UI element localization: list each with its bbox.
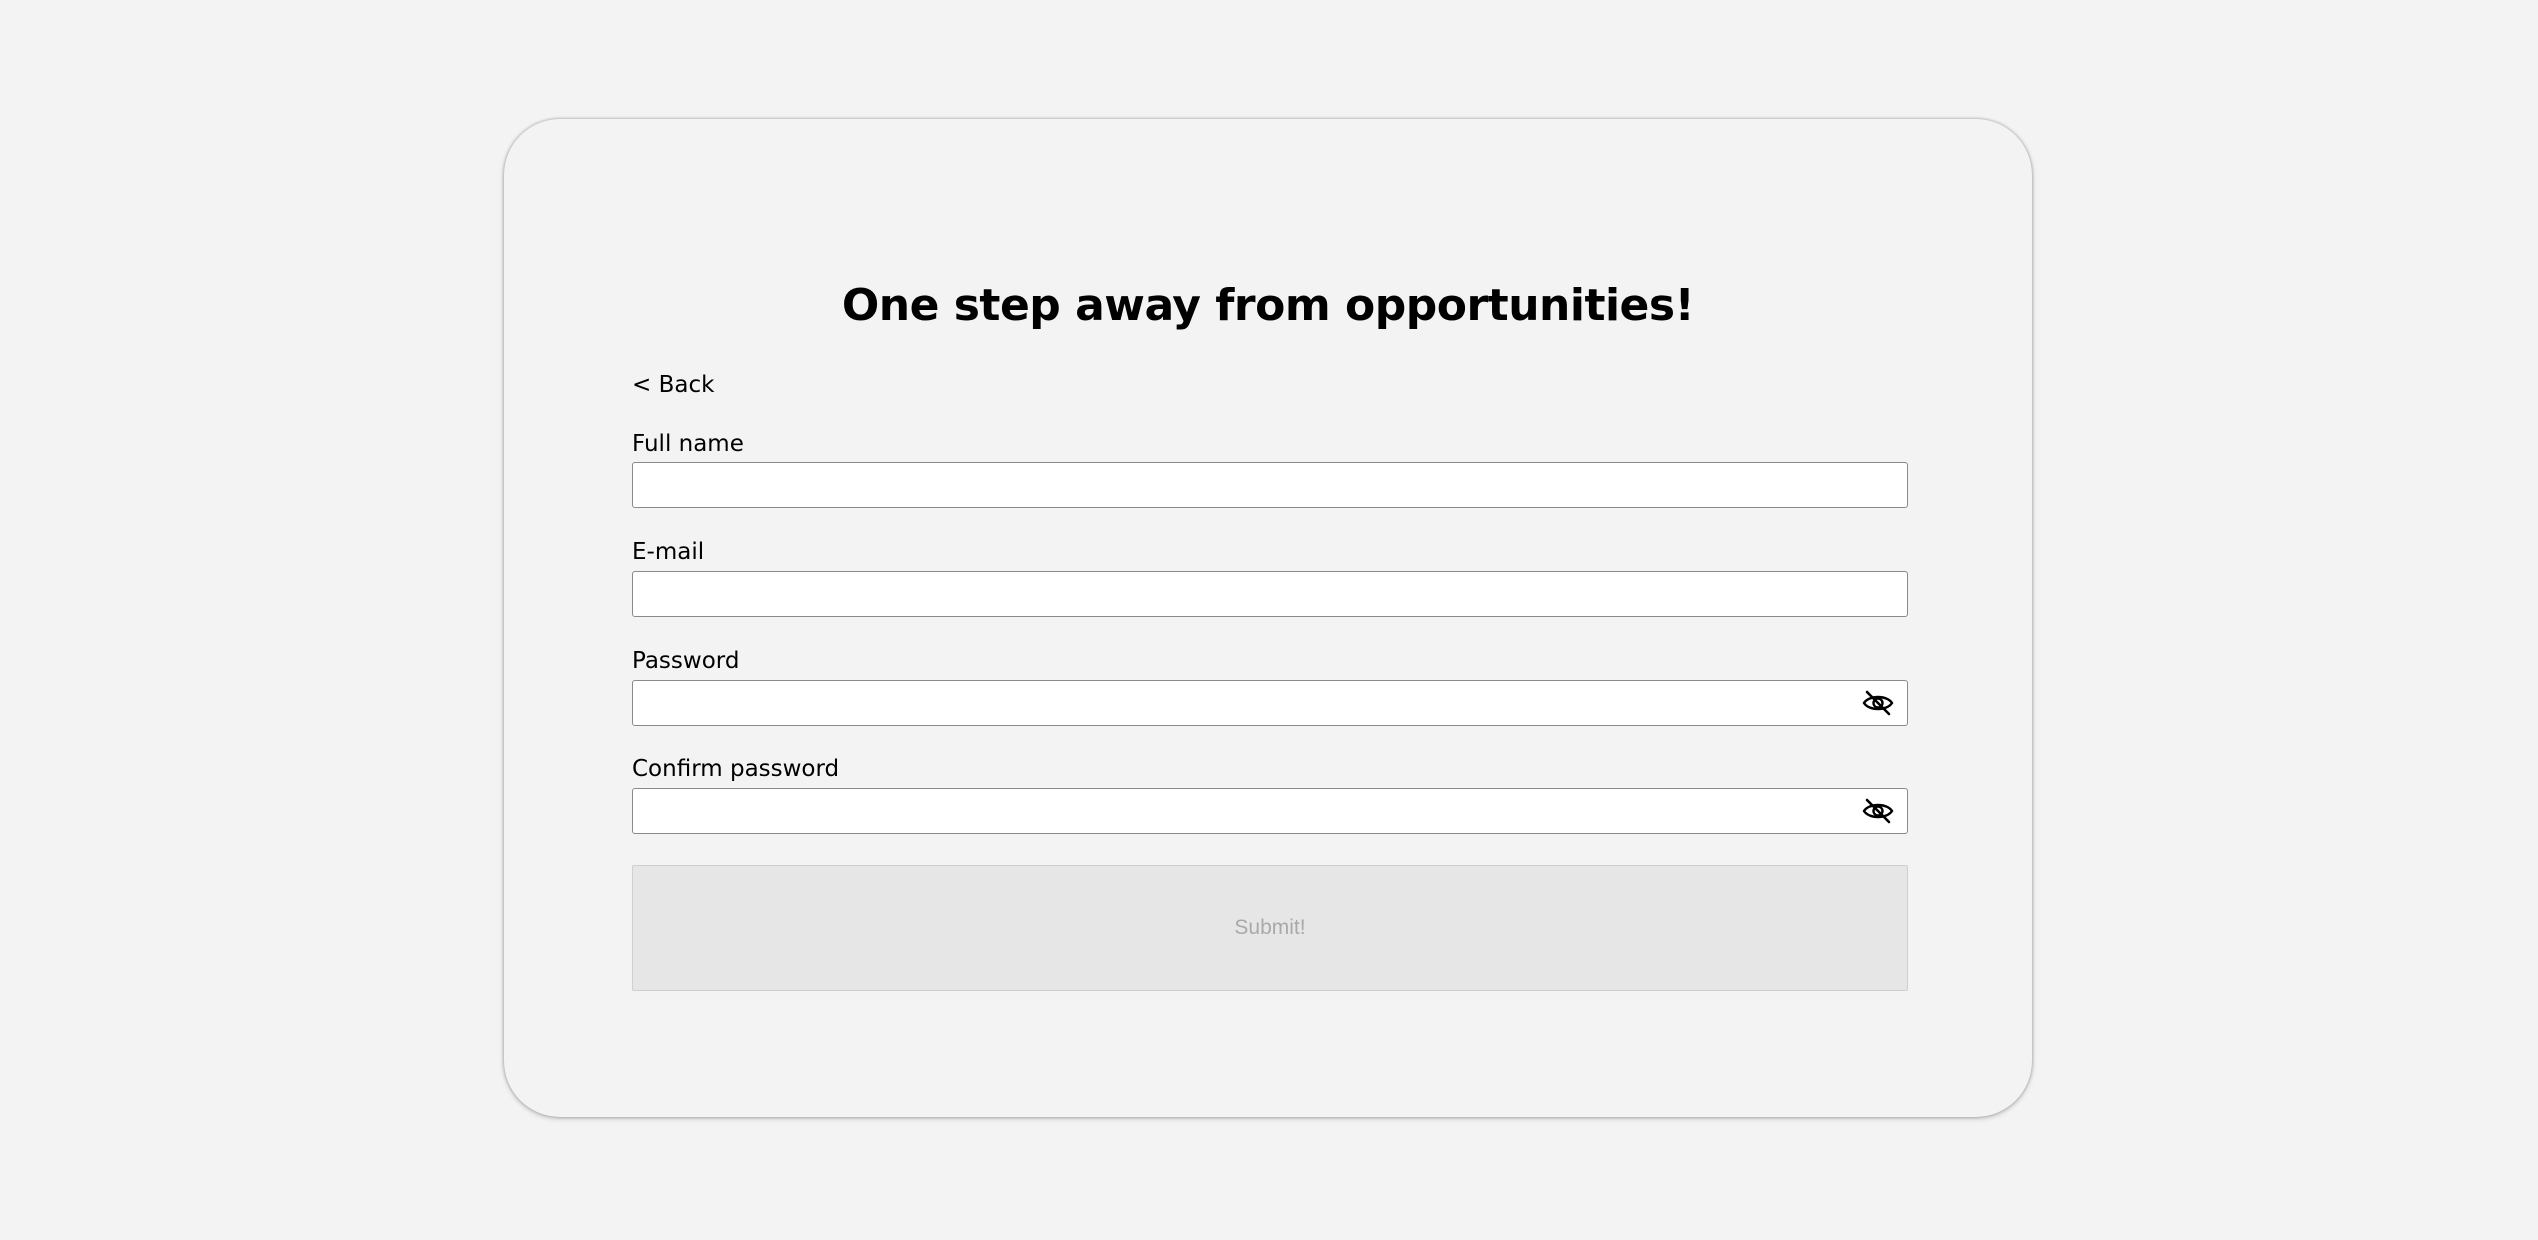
- signup-card: One step away from opportunities! < Back…: [504, 119, 2032, 1117]
- email-label: E-mail: [632, 539, 705, 565]
- password-label: Password: [632, 648, 740, 674]
- eye-off-icon[interactable]: [1861, 689, 1895, 717]
- password-field: [632, 680, 1908, 726]
- email-field: [632, 571, 1908, 617]
- full-name-field: [632, 462, 1908, 508]
- submit-button[interactable]: Submit!: [632, 865, 1908, 991]
- full-name-label: Full name: [632, 431, 744, 457]
- email-input[interactable]: [633, 572, 1907, 616]
- confirm-password-input[interactable]: [633, 789, 1907, 833]
- confirm-password-label: Confirm password: [632, 756, 840, 782]
- password-input[interactable]: [633, 681, 1907, 725]
- full-name-input[interactable]: [633, 463, 1907, 507]
- back-link[interactable]: < Back: [632, 370, 714, 400]
- page-title: One step away from opportunities!: [841, 280, 1695, 331]
- eye-off-icon[interactable]: [1861, 797, 1895, 825]
- confirm-password-field: [632, 788, 1908, 834]
